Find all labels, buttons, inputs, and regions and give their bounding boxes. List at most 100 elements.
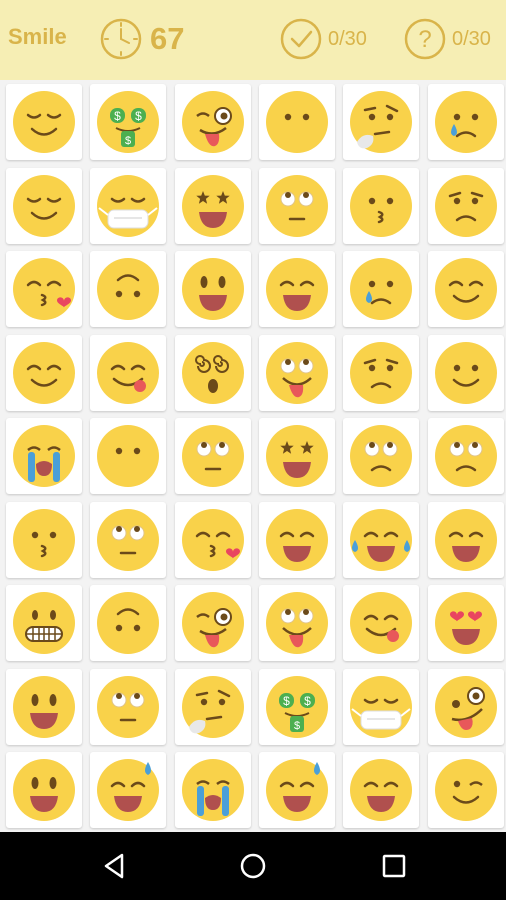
emoji-tile-star-struck[interactable] (174, 167, 251, 244)
grin-icon (350, 759, 413, 821)
hint-count: 0/30 (452, 27, 491, 50)
emoji-grid: $ $ $ $ $ $ (3, 81, 504, 831)
emoji-tile-roll-frown[interactable] (343, 418, 420, 494)
emoji-tile-slight-smile[interactable] (427, 334, 504, 411)
relieved-icon (13, 91, 75, 153)
emoji-tile-smiley[interactable] (6, 668, 82, 745)
relieved-icon (13, 174, 75, 237)
emoji-tile-sad-tear[interactable] (343, 251, 420, 327)
svg-text:$: $ (294, 720, 300, 732)
emoji-tile-loudly-crying[interactable] (6, 418, 82, 494)
emoji-tile-joy[interactable] (343, 501, 420, 578)
sweat-smile-icon (97, 759, 160, 821)
home-icon[interactable] (235, 848, 271, 884)
emoji-tile-grin[interactable] (427, 501, 504, 578)
roll-frown-icon (350, 425, 413, 487)
emoji-tile-grin[interactable] (258, 251, 335, 327)
emoji-tile-no-mouth[interactable] (258, 84, 335, 160)
category-title: Smile (8, 24, 67, 49)
emoji-tile-yum[interactable] (343, 585, 420, 661)
emoji-tile-crazy[interactable] (258, 334, 335, 411)
emoji-tile-money-mouth[interactable]: $ $ $ (90, 84, 167, 160)
yum-icon (350, 592, 413, 654)
emoji-tile-grin[interactable] (258, 501, 335, 578)
emoji-tile-roll-eyes[interactable] (258, 167, 335, 244)
zany-icon (434, 675, 497, 738)
emoji-tile-blush[interactable] (427, 251, 504, 327)
worried-icon (350, 341, 413, 404)
emoji-tile-kissing-heart[interactable] (6, 251, 82, 327)
emoji-tile-relieved[interactable] (6, 84, 82, 160)
grin-icon (265, 258, 328, 320)
emoji-tile-yum[interactable] (90, 334, 167, 411)
emoji-tile-sweat-smile[interactable] (90, 752, 167, 828)
star-struck-icon (181, 174, 244, 237)
emoji-tile-kissing-heart[interactable] (174, 501, 251, 578)
no-mouth-icon (97, 425, 160, 487)
roll-eyes-icon (97, 508, 160, 571)
slight-smile-icon (434, 341, 497, 404)
smiley-icon (13, 759, 75, 821)
emoji-tile-star-struck[interactable] (258, 418, 335, 494)
emoji-tile-no-mouth[interactable] (90, 418, 167, 494)
mask-icon (97, 174, 160, 237)
blush-icon (13, 341, 75, 404)
emoji-tile-blush[interactable] (6, 334, 82, 411)
back-icon[interactable] (96, 848, 132, 884)
emoji-tile-zany[interactable] (427, 668, 504, 745)
crazy-icon (265, 592, 328, 654)
emoji-tile-kissing[interactable] (6, 501, 82, 578)
emoji-tile-upside-down[interactable] (90, 251, 167, 327)
emoji-tile-dizzy[interactable] (174, 334, 251, 411)
grin-icon (265, 508, 328, 571)
emoji-tile-worried[interactable] (427, 167, 504, 244)
grin-icon (434, 508, 497, 571)
emoji-tile-smiley[interactable] (6, 752, 82, 828)
loudly-crying-icon (13, 425, 75, 487)
emoji-tile-mask[interactable] (90, 167, 167, 244)
svg-text:$: $ (304, 694, 311, 708)
roll-eyes-icon (97, 675, 160, 738)
emoji-tile-loudly-crying[interactable] (174, 752, 251, 828)
dizzy-icon (181, 341, 244, 404)
emoji-tile-wink-tongue[interactable] (174, 84, 251, 160)
heart-eyes-icon (434, 592, 497, 654)
upside-down-icon (97, 592, 160, 654)
emoji-tile-upside-down[interactable] (90, 585, 167, 661)
emoji-tile-kissing[interactable] (343, 167, 420, 244)
found-count: 0/30 (328, 27, 367, 50)
mask-icon (350, 675, 413, 738)
roll-frown-icon (434, 425, 497, 487)
emoji-tile-roll-eyes[interactable] (174, 418, 251, 494)
wink-tongue-icon (181, 592, 244, 654)
roll-eyes-icon (265, 174, 328, 237)
emoji-tile-roll-frown[interactable] (427, 418, 504, 494)
joy-icon (350, 508, 413, 571)
emoji-tile-mask[interactable] (343, 668, 420, 745)
emoji-tile-thinking[interactable] (174, 668, 251, 745)
yum-icon (97, 341, 160, 404)
svg-text:$: $ (283, 694, 290, 708)
thinking-icon (350, 91, 413, 153)
emoji-tile-wink-tongue[interactable] (174, 585, 251, 661)
emoji-tile-sad-tear[interactable] (427, 84, 504, 160)
question-circle-icon: ? (404, 18, 446, 60)
hint-button[interactable]: ? 0/30 (404, 18, 491, 60)
emoji-tile-sweat-smile[interactable] (258, 752, 335, 828)
emoji-tile-grimace[interactable] (6, 585, 82, 661)
emoji-tile-crazy[interactable] (258, 585, 335, 661)
loudly-crying-icon (181, 759, 244, 821)
emoji-tile-money-mouth[interactable]: $ $ $ (258, 668, 335, 745)
emoji-tile-heart-eyes[interactable] (427, 585, 504, 661)
emoji-tile-grin[interactable] (343, 752, 420, 828)
emoji-tile-roll-eyes[interactable] (90, 501, 167, 578)
grimace-icon (13, 592, 75, 654)
emoji-tile-worried[interactable] (343, 334, 420, 411)
recents-icon[interactable] (376, 848, 412, 884)
system-nav-bar (0, 832, 506, 900)
emoji-tile-wink[interactable] (427, 752, 504, 828)
emoji-tile-thinking[interactable] (343, 84, 420, 160)
emoji-tile-relieved[interactable] (6, 167, 82, 244)
emoji-tile-smiley[interactable] (174, 251, 251, 327)
emoji-tile-roll-eyes[interactable] (90, 668, 167, 745)
